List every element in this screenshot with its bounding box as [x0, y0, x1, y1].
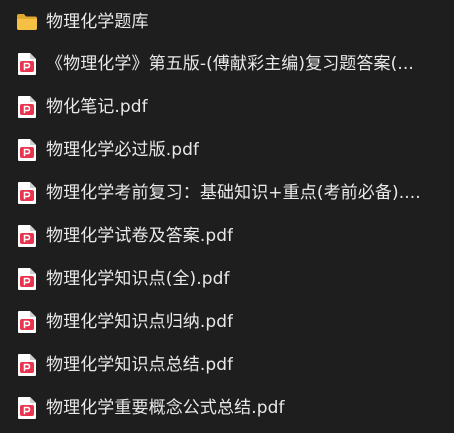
pdf-icon	[16, 52, 38, 76]
pdf-icon	[16, 224, 38, 248]
file-list: 物理化学题库 《物理化学》第五版-(傅献彩主编)复习题答案(... 物化笔记.p…	[0, 0, 454, 433]
file-item[interactable]: 物理化学考前复习：基础知识+重点(考前必备)....	[0, 173, 454, 213]
folder-icon	[16, 10, 38, 34]
folder-name: 物理化学题库	[46, 12, 149, 32]
pdf-icon	[16, 353, 38, 377]
pdf-icon	[16, 267, 38, 291]
file-name: 物理化学知识点(全).pdf	[46, 269, 230, 289]
file-item[interactable]: 物理化学必过版.pdf	[0, 130, 454, 170]
pdf-icon	[16, 138, 38, 162]
file-name: 物理化学知识点归纳.pdf	[46, 312, 234, 332]
file-name: 物理化学试卷及答案.pdf	[46, 226, 234, 246]
file-item[interactable]: 物理化学知识点总结.pdf	[0, 345, 454, 385]
file-item[interactable]: 物理化学重要概念公式总结.pdf	[0, 388, 454, 428]
file-name: 物化笔记.pdf	[46, 97, 148, 117]
file-item[interactable]: 《物理化学》第五版-(傅献彩主编)复习题答案(...	[0, 44, 454, 84]
pdf-icon	[16, 310, 38, 334]
file-item[interactable]: 物理化学试卷及答案.pdf	[0, 216, 454, 256]
folder-item[interactable]: 物理化学题库	[0, 2, 454, 42]
file-name: 《物理化学》第五版-(傅献彩主编)复习题答案(...	[46, 54, 414, 74]
file-name: 物理化学考前复习：基础知识+重点(考前必备)....	[46, 183, 421, 203]
file-name: 物理化学重要概念公式总结.pdf	[46, 398, 285, 418]
file-name: 物理化学知识点总结.pdf	[46, 355, 234, 375]
file-item[interactable]: 物理化学知识点归纳.pdf	[0, 302, 454, 342]
pdf-icon	[16, 181, 38, 205]
file-item[interactable]: 物化笔记.pdf	[0, 87, 454, 127]
file-item[interactable]: 物理化学知识点(全).pdf	[0, 259, 454, 299]
file-name: 物理化学必过版.pdf	[46, 140, 200, 160]
pdf-icon	[16, 396, 38, 420]
pdf-icon	[16, 95, 38, 119]
